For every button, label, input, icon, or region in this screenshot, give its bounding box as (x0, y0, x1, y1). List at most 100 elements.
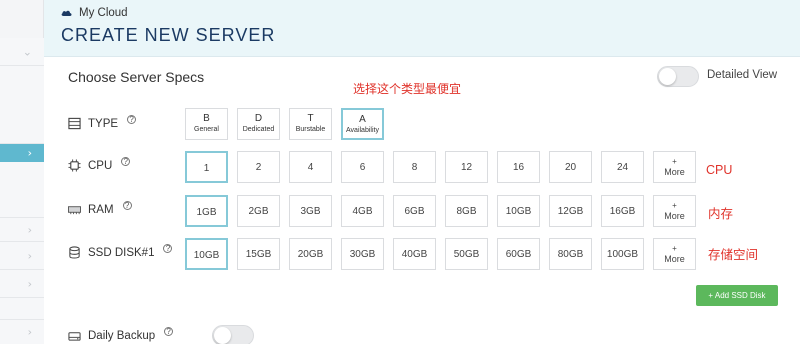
cpu-option[interactable]: 20 (549, 151, 592, 183)
ssd-option[interactable]: 100GB (601, 238, 644, 270)
cpu-option[interactable]: 24 (601, 151, 644, 183)
type-option-d[interactable]: D Dedicated (237, 108, 280, 140)
cpu-option[interactable]: 6 (341, 151, 384, 183)
cpu-option[interactable]: 1 (185, 151, 228, 183)
cpu-row-label: CPU? (68, 157, 131, 172)
ram-option[interactable]: 8GB (445, 195, 488, 227)
ram-option[interactable]: 2GB (237, 195, 280, 227)
plus-icon: + (672, 157, 677, 166)
more-label: More (664, 254, 685, 264)
type-option-b[interactable]: B General (185, 108, 228, 140)
sidebar-item-active[interactable]: › (0, 144, 44, 162)
type-code: B (203, 113, 210, 124)
sidebar-item[interactable]: › (0, 242, 44, 270)
backup-row-label: Daily Backup? (68, 327, 174, 342)
type-code: A (359, 114, 366, 125)
cpu-more-button[interactable]: + More (653, 151, 696, 183)
ssd-option[interactable]: 15GB (237, 238, 280, 270)
cpu-option[interactable]: 16 (497, 151, 540, 183)
type-annotation: 选择这个类型最便宜 (353, 82, 462, 96)
type-row-label: TYPE? (68, 115, 137, 130)
ram-row-label: RAM? (68, 201, 132, 216)
disk-annotation: 存储空间 (708, 248, 759, 262)
ram-option[interactable]: 1GB (185, 195, 228, 227)
panel-title: Choose Server Specs (68, 69, 205, 85)
more-label: More (664, 211, 685, 221)
type-code: T (307, 113, 314, 124)
help-icon[interactable]: ? (127, 115, 137, 124)
backup-label: Daily Backup (88, 329, 156, 342)
page-title: CREATE NEW SERVER (61, 25, 276, 45)
ssd-row-label: SSD DISK#1? (68, 244, 173, 259)
sidebar-item[interactable]: ⌄ (0, 38, 44, 66)
ssd-label: SSD DISK#1 (88, 246, 155, 259)
chevron-right-icon: › (27, 325, 32, 339)
ram-more-button[interactable]: + More (653, 195, 696, 227)
sidebar-item[interactable] (0, 298, 44, 320)
sidebar-item[interactable]: › (0, 320, 44, 344)
toggle-knob (214, 327, 231, 344)
detailed-view-label: Detailed View (707, 69, 778, 81)
daily-backup-toggle[interactable] (212, 325, 254, 344)
ssd-option[interactable]: 40GB (393, 238, 436, 270)
cpu-chip-icon (68, 159, 81, 172)
type-code: D (254, 113, 263, 124)
ssd-more-button[interactable]: + More (653, 238, 696, 270)
ssd-option[interactable]: 50GB (445, 238, 488, 270)
ssd-option[interactable]: 30GB (341, 238, 384, 270)
ssd-option[interactable]: 10GB (185, 238, 228, 270)
cpu-option[interactable]: 12 (445, 151, 488, 183)
cpu-option[interactable]: 8 (393, 151, 436, 183)
detailed-view-toggle[interactable] (657, 66, 699, 87)
type-name: Burstable (295, 126, 326, 133)
ssd-option[interactable]: 80GB (549, 238, 592, 270)
chevron-right-icon: › (27, 249, 32, 262)
type-name: General (194, 126, 219, 133)
type-name: Availability (346, 127, 379, 134)
plus-icon: + (672, 201, 677, 210)
help-icon[interactable]: ? (122, 201, 132, 210)
chevron-right-icon: › (27, 277, 32, 290)
help-icon[interactable]: ? (163, 244, 173, 253)
sidebar-item[interactable] (0, 162, 44, 218)
sidebar-item[interactable]: › (0, 270, 44, 298)
cloud-icon (61, 10, 72, 16)
type-name: Dedicated (242, 126, 275, 133)
chevron-right-icon: › (27, 223, 32, 236)
ssd-option[interactable]: 60GB (497, 238, 540, 270)
database-icon (69, 246, 80, 259)
cpu-option[interactable]: 2 (237, 151, 280, 183)
type-option-t[interactable]: T Burstable (289, 108, 332, 140)
chevron-right-icon: › (27, 146, 32, 160)
ram-option[interactable]: 10GB (497, 195, 540, 227)
ram-option[interactable]: 6GB (393, 195, 436, 227)
server-specs-panel: Choose Server Specs 选择这个类型最便宜 Detailed V… (48, 57, 800, 344)
help-icon[interactable]: ? (121, 157, 131, 166)
add-ssd-disk-button[interactable]: + Add SSD Disk (696, 285, 778, 306)
chevron-down-icon: ⌄ (22, 45, 32, 58)
type-label: TYPE (88, 117, 119, 130)
ram-option[interactable]: 3GB (289, 195, 332, 227)
sidebar-item[interactable]: › (0, 218, 44, 242)
cpu-option[interactable]: 4 (289, 151, 332, 183)
ram-option[interactable]: 16GB (601, 195, 644, 227)
breadcrumb-label: My Cloud (79, 7, 128, 19)
sidebar-item[interactable] (0, 66, 44, 144)
ssd-option[interactable]: 20GB (289, 238, 332, 270)
help-icon[interactable]: ? (164, 327, 174, 336)
plus-icon: + (672, 244, 677, 253)
sidebar: ⌄ › › › › › (0, 0, 44, 344)
ram-annotation: 内存 (708, 207, 734, 221)
cpu-label: CPU (88, 159, 113, 172)
breadcrumb[interactable]: My Cloud (61, 7, 128, 19)
page-header: My Cloud CREATE NEW SERVER (44, 0, 800, 57)
backup-drive-icon (68, 332, 81, 341)
type-option-a[interactable]: A Availability (341, 108, 384, 140)
cpu-annotation: CPU (706, 163, 733, 177)
ram-option[interactable]: 12GB (549, 195, 592, 227)
panel-header: Choose Server Specs 选择这个类型最便宜 Detailed V… (48, 57, 800, 97)
ram-label: RAM (88, 203, 114, 216)
memory-icon (68, 206, 81, 215)
more-label: More (664, 167, 685, 177)
ram-option[interactable]: 4GB (341, 195, 384, 227)
